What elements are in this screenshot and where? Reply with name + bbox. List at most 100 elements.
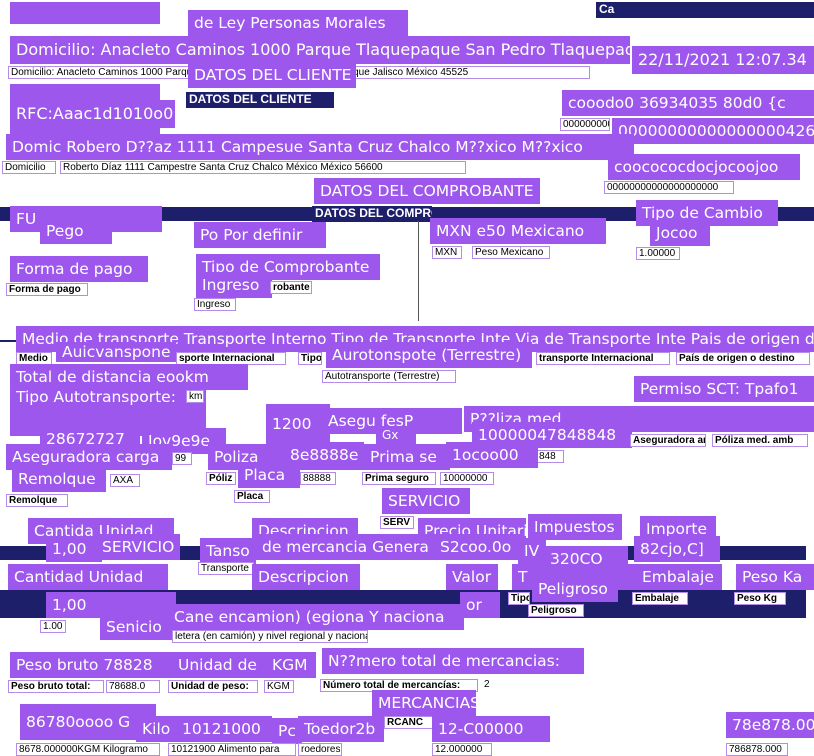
- cliente-section-bar: DATOS DEL CLIENTE: [186, 92, 334, 108]
- mercancias-col-peso: Peso Ka: [736, 564, 814, 590]
- item-peso-doc: 786878.000: [726, 743, 788, 756]
- tipo-doc: Tipo: [298, 352, 322, 365]
- mercancias-doc-peligroso: Peligroso: [528, 604, 584, 617]
- item-desc-doc: roedores: [298, 743, 342, 756]
- tipo-cambio-value: Jocoo: [650, 220, 710, 246]
- tipo-comprobante-doc-label: robante: [270, 281, 312, 294]
- peso-bruto-label: Peso bruto 78828: [10, 652, 172, 678]
- mercancias-col-cantidad: Cantidad Unidad: [8, 564, 168, 590]
- mercancias-section-doc: RCANC: [384, 716, 434, 729]
- item-desc-label: Toedor2b: [298, 716, 384, 742]
- servicio-row-desc: Tanso: [200, 538, 256, 564]
- unidad-peso-value: KGM: [266, 652, 316, 678]
- tipo-comprobante-doc: Ingreso: [194, 298, 236, 311]
- forma-pago-value: Pego: [40, 218, 112, 244]
- fecha-label: 22/11/2021 12:07.34: [632, 46, 814, 74]
- mercancias-col-embalaje: Embalaje: [636, 564, 722, 590]
- unidad-peso-doc-label: Unidad de peso:: [168, 680, 258, 693]
- via-doc: transporte Internacional: [536, 352, 670, 365]
- via-value-doc: Autotransporte (Terrestre): [322, 370, 456, 383]
- mercancias-section-label: MERCANCIAS: [372, 690, 476, 716]
- regimen-label: de Ley Personas Morales: [188, 10, 408, 36]
- folio-fiscal-label: cooodo0 36934035 80d0 {c: [562, 90, 814, 116]
- axa-doc: AXA: [110, 474, 140, 487]
- peso-bruto-doc-label: Peso bruto total:: [8, 680, 104, 693]
- servicio-row-unidad: SERVICIO: [96, 534, 180, 560]
- servicio-section-doc: SERV: [380, 516, 414, 529]
- mercancias-doc-tipo: Tipo: [508, 592, 530, 605]
- moneda-code-doc: MXN: [432, 246, 462, 259]
- via-value-label: Aurotonspote (Terrestre): [326, 342, 532, 368]
- cert-sat-label: coocococdocjocoojoo: [608, 154, 800, 180]
- servicio-row-desc-doc: Transporte: [198, 562, 254, 575]
- mercancias-col-descripcion: Descripcion: [252, 564, 360, 590]
- aux-label-b: Gx: [376, 426, 416, 444]
- top-header-bar: Ca: [596, 2, 814, 18]
- domicilio-cliente-doc: Roberto Díaz 1111 Campestre Santa Cruz C…: [60, 161, 466, 174]
- remolque-doc: Remolque: [6, 494, 68, 507]
- servicio-section-label: SERVICIO: [382, 488, 470, 514]
- remolque-label: Remolque: [12, 466, 106, 492]
- numero-total-value: 2: [482, 679, 496, 692]
- unidad-peso-label: Unidad de: [172, 652, 266, 678]
- item-kilo-label: Kilo: [136, 716, 180, 742]
- comprobante-section-bar: DATOS DEL COMPROBANTE: [312, 206, 432, 222]
- prima-seguro-label: Prima se: [364, 444, 450, 470]
- pais-doc: País de origen o destino: [676, 352, 810, 365]
- forma-pago-doc: Forma de pago: [6, 283, 88, 296]
- domicilio-emisor-label: Domicilio: Anacleto Caminos 1000 Parque …: [10, 36, 630, 64]
- servicio-row-desc-full: de mercancia Genera: [256, 534, 434, 560]
- forma-pago-label: Forma de pago: [10, 256, 148, 282]
- total-distancia-doc: km: [186, 390, 204, 403]
- certificado-label: 00000000000000000426: [612, 118, 814, 144]
- item-cantidad-doc: 8678.000000KGM Kilogramo: [16, 743, 160, 756]
- mercancias-col-valor: Valor: [446, 564, 498, 590]
- mercancias-doc-peso: Peso Kg: [734, 592, 786, 605]
- prima-doc-label: Prima seguro: [362, 472, 436, 485]
- placa-label: Placa: [238, 462, 300, 488]
- cert-sat-doc: 00000000000000000000: [604, 181, 734, 194]
- peso-bruto-doc: 78688.0: [106, 680, 160, 693]
- cliente-section-label: DATOS DEL CLIENTE: [188, 62, 356, 88]
- emisor-name-label: [10, 2, 160, 24]
- servicio-row-cantidad: 1,00: [46, 536, 102, 562]
- tipo-comprobante-value: Ingreso: [196, 272, 272, 298]
- servicio-row-precio: S2coo.0o: [434, 534, 520, 560]
- aux-label-a: 99: [172, 452, 192, 465]
- servicio-row-iva: IV: [518, 538, 546, 564]
- domicilio-cliente-label: Domic Robero D??az 1111 Campesue Santa C…: [6, 134, 634, 160]
- item-peso-label: 78e878.00: [726, 712, 814, 738]
- uso-cfdi-label: Po Por definir: [194, 222, 326, 248]
- permiso-sct-label: Permiso SCT: Tpafo1: [634, 376, 814, 402]
- mercancias-row-desc-doc: letera (en camión) y nivel regional y na…: [172, 630, 368, 643]
- comprobante-section-label: DATOS DEL COMPROBANTE: [314, 178, 540, 204]
- mercancias-doc-embalaje: Embalaje: [632, 592, 688, 605]
- moneda-name-doc: Peso Mexicano: [472, 246, 550, 259]
- comprobante-divider: [418, 221, 419, 321]
- unidad-peso-doc: KGM: [264, 680, 294, 693]
- aseguradora-resp-doc: Aseguradora amb: [630, 434, 706, 447]
- servicio-col-impuestos: Impuestos: [528, 514, 622, 540]
- mercancias-row-unidad: Senicio: [100, 614, 172, 640]
- item-codigo-doc: 10121900 Alimento para: [168, 743, 296, 756]
- tipo-cambio-doc: 1.00000: [636, 247, 680, 260]
- item-valor-label: 12-C00000: [432, 716, 550, 742]
- poliza-carga-doc: 88888: [300, 472, 336, 485]
- tipo-autotransporte-label: Tipo Autotransporte:: [10, 384, 206, 410]
- poliza-medio-doc: Póliza med. amb: [712, 434, 808, 447]
- item-valor-doc: 12.000000: [432, 743, 492, 756]
- mercancias-row-desc: Cane encamion) (egiona Y naciona: [168, 604, 464, 630]
- mercancias-row-por: or: [460, 592, 500, 618]
- poliza-medio-ambiente-doc: 848: [536, 450, 564, 463]
- prima-value: 1ocoo00: [446, 442, 538, 468]
- anio-modelo-value: 1200: [266, 404, 330, 444]
- poliza-carga-doc-label: Póliz: [206, 472, 236, 485]
- prima-doc: 10000000: [440, 472, 494, 485]
- mercancias-row-cantidad-doc: 1.00: [40, 620, 66, 633]
- medio-value-label: Auicvanspone: [56, 342, 176, 362]
- placa-doc: Placa: [234, 490, 270, 503]
- domicilio-cliente-doc-label: Domicilio: [2, 161, 56, 174]
- numero-total-label: N??mero total de mercancias:: [322, 648, 584, 674]
- moneda-label: MXN e50 Mexicano: [430, 218, 606, 244]
- servicio-row-importe: 82cjo,C]: [634, 536, 720, 562]
